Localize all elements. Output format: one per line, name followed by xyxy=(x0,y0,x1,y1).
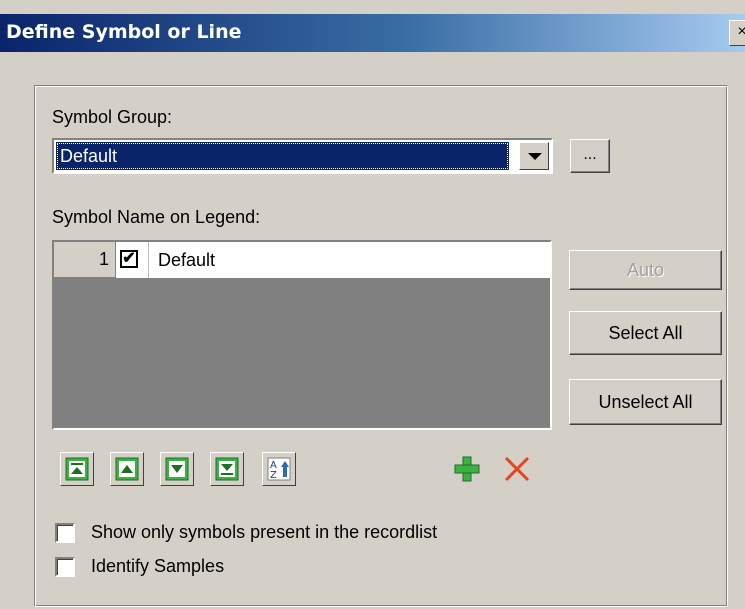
identify-samples-label[interactable]: Identify Samples xyxy=(91,555,224,577)
select-all-button[interactable]: Select All xyxy=(569,311,722,355)
add-icon xyxy=(454,456,480,482)
browse-button[interactable]: ... xyxy=(570,139,610,173)
unselect-all-button[interactable]: Unselect All xyxy=(569,379,722,425)
move-to-bottom-icon xyxy=(215,457,239,481)
row-checkbox[interactable]: ✔ xyxy=(120,250,138,268)
delete-button[interactable] xyxy=(500,452,534,486)
delete-icon xyxy=(504,456,530,482)
move-to-top-button[interactable] xyxy=(60,452,94,486)
sort-button[interactable]: A Z xyxy=(262,452,296,486)
move-down-icon xyxy=(165,457,189,481)
window-title: Define Symbol or Line xyxy=(6,21,242,43)
symbol-group-value: Default xyxy=(56,142,509,170)
move-up-button[interactable] xyxy=(110,452,144,486)
column-divider xyxy=(148,242,149,278)
chevron-down-icon[interactable] xyxy=(519,142,549,170)
move-to-top-icon xyxy=(65,457,89,481)
close-button[interactable]: × xyxy=(729,20,745,46)
row-number: 1 xyxy=(54,242,116,278)
show-only-present-label[interactable]: Show only symbols present in the recordl… xyxy=(91,521,437,543)
title-bar: Define Symbol or Line × xyxy=(0,14,745,52)
table-row[interactable]: 1 ✔ Default xyxy=(54,242,550,278)
move-to-bottom-button[interactable] xyxy=(210,452,244,486)
identify-samples-checkbox[interactable] xyxy=(55,557,75,577)
sort-glyph-z: Z xyxy=(270,470,277,481)
symbol-group-dropdown[interactable]: Default xyxy=(52,138,553,174)
row-name[interactable]: Default xyxy=(158,242,215,278)
sort-az-icon: A Z xyxy=(267,457,291,481)
symbol-group-label: Symbol Group: xyxy=(52,107,173,127)
legend-label: Symbol Name on Legend: xyxy=(52,207,261,227)
show-only-present-checkbox[interactable] xyxy=(55,523,75,543)
add-button[interactable] xyxy=(450,452,484,486)
auto-button[interactable]: Auto xyxy=(569,250,722,290)
move-up-icon xyxy=(115,457,139,481)
move-down-button[interactable] xyxy=(160,452,194,486)
legend-grid[interactable]: 1 ✔ Default xyxy=(52,240,552,430)
